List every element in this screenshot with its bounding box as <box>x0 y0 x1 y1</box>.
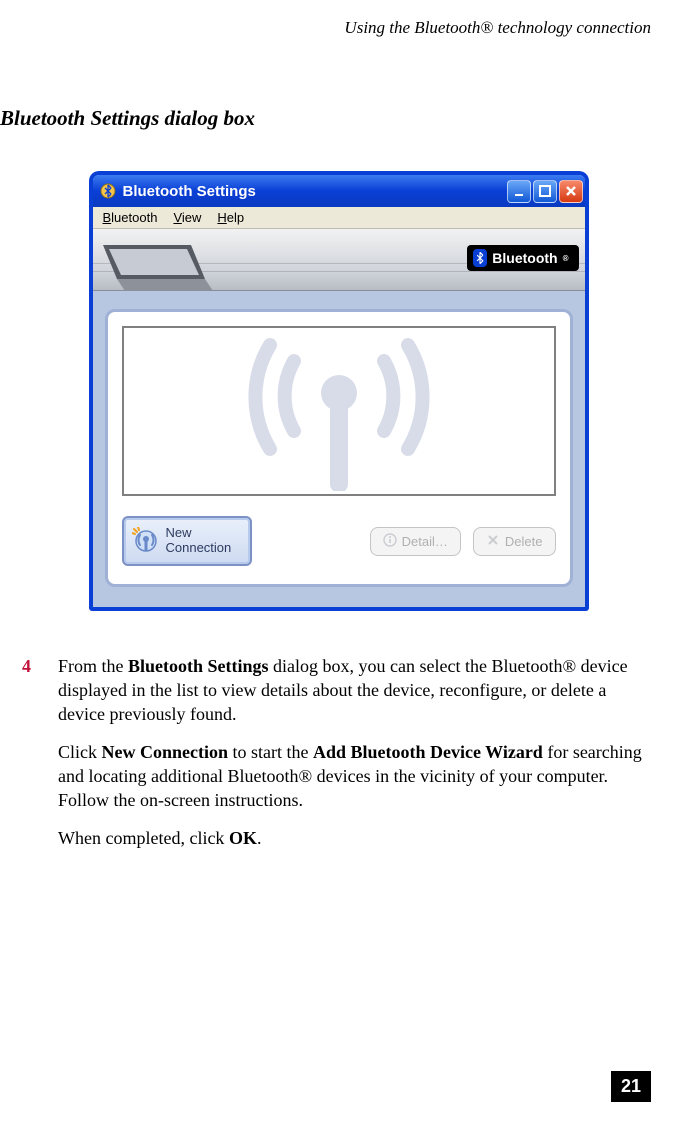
content-frame: New Connection Detail… <box>93 291 585 607</box>
device-list[interactable] <box>122 326 556 496</box>
menu-bluetooth-rest: luetooth <box>111 210 157 225</box>
p2-pre: Click <box>58 742 102 762</box>
new-connection-line1: New <box>166 525 192 540</box>
menubar: Bluetooth View Help <box>93 207 585 229</box>
trademark: ® <box>563 254 569 263</box>
p2-bold1: New Connection <box>102 742 229 762</box>
window-banner: Bluetooth ® <box>93 229 585 291</box>
bluetooth-settings-window: Bluetooth Settings Bluetooth View Help <box>89 171 589 611</box>
minimize-button[interactable] <box>507 180 531 203</box>
button-row: New Connection Detail… <box>122 516 556 566</box>
bluetooth-app-icon <box>99 182 117 200</box>
detail-button-label: Detail… <box>402 534 448 549</box>
menu-bluetooth[interactable]: Bluetooth <box>103 210 158 225</box>
section-title: Bluetooth Settings dialog box <box>0 38 677 131</box>
running-header-text: Using the Bluetooth® technology connecti… <box>344 18 651 37</box>
running-header: Using the Bluetooth® technology connecti… <box>0 0 677 38</box>
menu-view-rest: iew <box>182 210 202 225</box>
p3-post: . <box>257 828 262 848</box>
close-x-icon <box>486 533 500 550</box>
bluetooth-logo-icon <box>473 249 487 267</box>
figure-container: Bluetooth Settings Bluetooth View Help <box>0 171 677 611</box>
p3-bold: OK <box>229 828 257 848</box>
info-icon <box>383 533 397 550</box>
delete-button[interactable]: Delete <box>473 527 556 556</box>
step-paragraph-3: When completed, click OK. <box>58 827 655 851</box>
page-number: 21 <box>611 1071 651 1102</box>
window-controls <box>507 180 583 203</box>
menu-help[interactable]: Help <box>217 210 244 225</box>
content-panel: New Connection Detail… <box>105 309 573 587</box>
body-text: 4 From the Bluetooth Settings dialog box… <box>0 611 677 851</box>
p3-pre: When completed, click <box>58 828 229 848</box>
new-connection-label: New Connection <box>166 526 232 556</box>
page-number-text: 21 <box>621 1076 641 1096</box>
antenna-watermark-icon <box>124 328 554 494</box>
step-number: 4 <box>22 655 36 851</box>
step-row: 4 From the Bluetooth Settings dialog box… <box>22 655 655 851</box>
p2-bold2: Add Bluetooth Device Wizard <box>313 742 543 762</box>
close-button[interactable] <box>559 180 583 203</box>
new-connection-button[interactable]: New Connection <box>122 516 252 566</box>
delete-button-label: Delete <box>505 534 543 549</box>
window-title: Bluetooth Settings <box>123 183 507 200</box>
laptop-icon <box>95 239 215 291</box>
detail-button[interactable]: Detail… <box>370 527 461 556</box>
menu-view[interactable]: View <box>173 210 201 225</box>
bluetooth-badge: Bluetooth ® <box>467 245 578 271</box>
bluetooth-badge-text: Bluetooth <box>492 250 557 266</box>
p2-mid: to start the <box>228 742 313 762</box>
step-paragraph-2: Click New Connection to start the Add Bl… <box>58 741 655 813</box>
new-connection-icon <box>132 527 160 555</box>
step-body: From the Bluetooth Settings dialog box, … <box>58 655 655 851</box>
p1-bold1: Bluetooth Settings <box>128 656 269 676</box>
section-title-text: Bluetooth Settings dialog box <box>0 106 255 130</box>
menu-help-rest: elp <box>227 210 244 225</box>
maximize-button[interactable] <box>533 180 557 203</box>
step-paragraph-1: From the Bluetooth Settings dialog box, … <box>58 655 655 727</box>
titlebar: Bluetooth Settings <box>93 175 585 207</box>
new-connection-line2: Connection <box>166 540 232 555</box>
p1-pre: From the <box>58 656 128 676</box>
